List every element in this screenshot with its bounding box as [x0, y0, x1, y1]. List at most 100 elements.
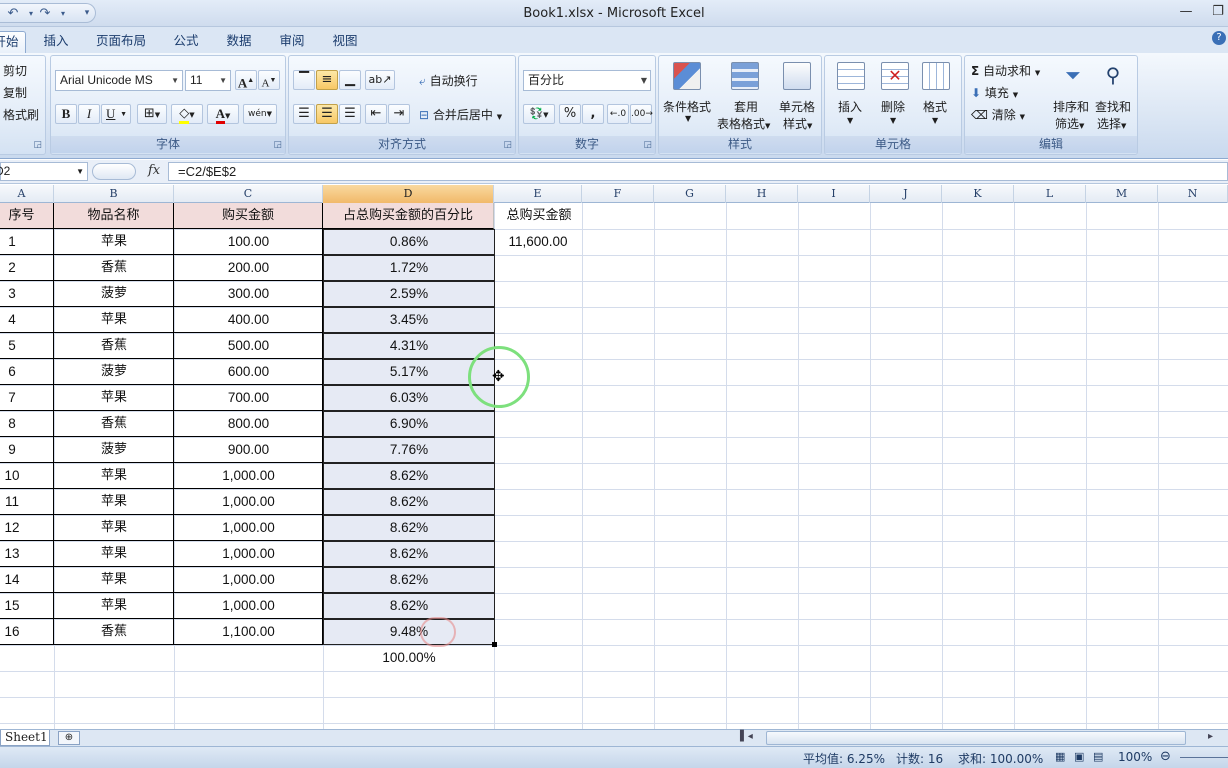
item-name-cell[interactable]: 菠萝	[54, 359, 174, 385]
shrink-font-button[interactable]: A▼	[258, 70, 280, 90]
column-header-g[interactable]: G	[654, 185, 726, 203]
percent-cell[interactable]: 6.03%	[323, 385, 495, 411]
item-name-cell[interactable]: 苹果	[54, 567, 174, 593]
item-name-cell[interactable]: 苹果	[54, 489, 174, 515]
total-value-cell[interactable]: 11,600.00	[496, 229, 580, 255]
page-layout-view-icon[interactable]: ▣	[1074, 750, 1084, 763]
row-number-cell[interactable]: 1	[0, 229, 34, 255]
percent-cell[interactable]: 6.90%	[323, 411, 495, 437]
column-header-f[interactable]: F	[582, 185, 654, 203]
name-box[interactable]: D2 ▼	[0, 162, 88, 181]
alignment-launcher-icon[interactable]: ◲	[503, 140, 512, 150]
column-header-h[interactable]: H	[726, 185, 798, 203]
amount-cell[interactable]: 400.00	[174, 307, 323, 333]
row-number-cell[interactable]: 7	[0, 385, 34, 411]
increase-decimal-button[interactable]: ←.0	[607, 104, 629, 124]
amount-cell[interactable]: 1,000.00	[174, 593, 323, 619]
insert-sheet-icon[interactable]: ⊕	[58, 731, 80, 745]
amount-cell[interactable]: 1,000.00	[174, 567, 323, 593]
item-name-cell[interactable]: 菠萝	[54, 437, 174, 463]
format-painter-button[interactable]: 格式刷	[3, 106, 39, 123]
format-cells-button[interactable]: 格式	[923, 98, 947, 115]
amount-cell[interactable]: 100.00	[174, 229, 323, 255]
row-number-cell[interactable]: 10	[0, 463, 34, 489]
accounting-format-button[interactable]: 💱▼	[523, 104, 555, 124]
insert-cells-button[interactable]: 插入	[838, 98, 862, 115]
row-number-cell[interactable]: 9	[0, 437, 34, 463]
phonetic-button[interactable]: wén▼	[243, 104, 277, 124]
row-number-cell[interactable]: 12	[0, 515, 34, 541]
delete-cells-button[interactable]: 删除	[881, 98, 905, 115]
table-header-cell[interactable]: 物品名称	[54, 203, 174, 229]
normal-view-icon[interactable]: ▦	[1055, 750, 1065, 763]
row-number-cell[interactable]: 3	[0, 281, 34, 307]
amount-cell[interactable]: 1,000.00	[174, 515, 323, 541]
item-name-cell[interactable]: 苹果	[54, 541, 174, 567]
tab-formulas[interactable]: 公式	[164, 31, 208, 53]
sheet-tab-sheet1[interactable]: Sheet1	[0, 730, 50, 746]
item-name-cell[interactable]: 香蕉	[54, 333, 174, 359]
percent-cell[interactable]: 8.62%	[323, 515, 495, 541]
amount-cell[interactable]: 1,000.00	[174, 489, 323, 515]
tab-insert[interactable]: 插入	[34, 31, 78, 53]
column-header-b[interactable]: B	[54, 185, 174, 203]
clear-button[interactable]: ⌫ 清除 ▼	[971, 106, 1025, 123]
item-name-cell[interactable]: 苹果	[54, 229, 174, 255]
column-header-n[interactable]: N	[1158, 185, 1228, 203]
row-number-cell[interactable]: 13	[0, 541, 34, 567]
formula-input[interactable]: =C2/$E$2	[168, 162, 1228, 181]
percent-cell[interactable]: 8.62%	[323, 489, 495, 515]
column-header-d[interactable]: D	[323, 185, 494, 203]
percent-cell[interactable]: 8.62%	[323, 593, 495, 619]
fill-button[interactable]: ⬇ 填充 ▼	[971, 84, 1018, 101]
scroll-right-icon[interactable]: ▸	[1208, 731, 1213, 742]
row-number-cell[interactable]: 8	[0, 411, 34, 437]
zoom-out-icon[interactable]: ⊖	[1160, 749, 1171, 764]
font-size-combo[interactable]: 11 ▼	[185, 70, 231, 91]
item-name-cell[interactable]: 香蕉	[54, 255, 174, 281]
horizontal-scrollbar-thumb[interactable]	[766, 731, 1186, 745]
row-number-cell[interactable]: 2	[0, 255, 34, 281]
decrease-decimal-button[interactable]: .00→	[630, 104, 653, 124]
minimize-icon[interactable]: —	[1174, 4, 1198, 22]
zoom-level[interactable]: 100%	[1118, 750, 1152, 764]
borders-button[interactable]: ⊞▼	[137, 104, 167, 124]
format-table-line1[interactable]: 套用	[734, 98, 758, 115]
item-name-cell[interactable]: 菠萝	[54, 281, 174, 307]
find-select-line1[interactable]: 查找和	[1095, 98, 1131, 115]
tab-page-layout[interactable]: 页面布局	[88, 31, 154, 53]
align-bottom-button[interactable]: ▁	[339, 70, 361, 90]
column-header-c[interactable]: C	[174, 185, 323, 203]
column-header-k[interactable]: K	[942, 185, 1014, 203]
column-header-m[interactable]: M	[1086, 185, 1158, 203]
row-number-cell[interactable]: 4	[0, 307, 34, 333]
align-right-button[interactable]: ☰	[339, 104, 361, 124]
page-break-view-icon[interactable]: ▤	[1093, 750, 1103, 763]
table-header-cell[interactable]: 占总购买金额的百分比	[323, 203, 494, 229]
fill-handle[interactable]	[492, 642, 497, 647]
formula-bar-splitter[interactable]	[92, 163, 136, 180]
insert-function-icon[interactable]: fx	[148, 163, 160, 178]
wrap-text-button[interactable]: ⤶ 自动换行	[419, 72, 478, 89]
cell-styles-line1[interactable]: 单元格	[779, 98, 815, 115]
sort-filter-button[interactable]: 筛选▼	[1055, 115, 1084, 132]
autosum-button[interactable]: Σ 自动求和 ▼	[971, 62, 1040, 79]
amount-cell[interactable]: 600.00	[174, 359, 323, 385]
item-name-cell[interactable]: 苹果	[54, 385, 174, 411]
tab-review[interactable]: 审阅	[270, 31, 314, 53]
align-middle-button[interactable]: ≡	[316, 70, 338, 90]
item-name-cell[interactable]: 香蕉	[54, 411, 174, 437]
number-launcher-icon[interactable]: ◲	[643, 140, 652, 150]
percent-style-button[interactable]: %	[559, 104, 581, 124]
align-top-button[interactable]: ▔	[293, 70, 315, 90]
row-number-cell[interactable]: 15	[0, 593, 34, 619]
merge-center-button[interactable]: ⊟ 合并后居中 ▼	[419, 106, 502, 123]
amount-cell[interactable]: 200.00	[174, 255, 323, 281]
decrease-indent-button[interactable]: ⇤	[365, 104, 387, 124]
row-number-cell[interactable]: 14	[0, 567, 34, 593]
amount-cell[interactable]: 1,000.00	[174, 463, 323, 489]
column-header-l[interactable]: L	[1014, 185, 1086, 203]
column-header-a[interactable]: A	[0, 185, 54, 203]
item-name-cell[interactable]: 苹果	[54, 593, 174, 619]
row-number-cell[interactable]: 11	[0, 489, 34, 515]
